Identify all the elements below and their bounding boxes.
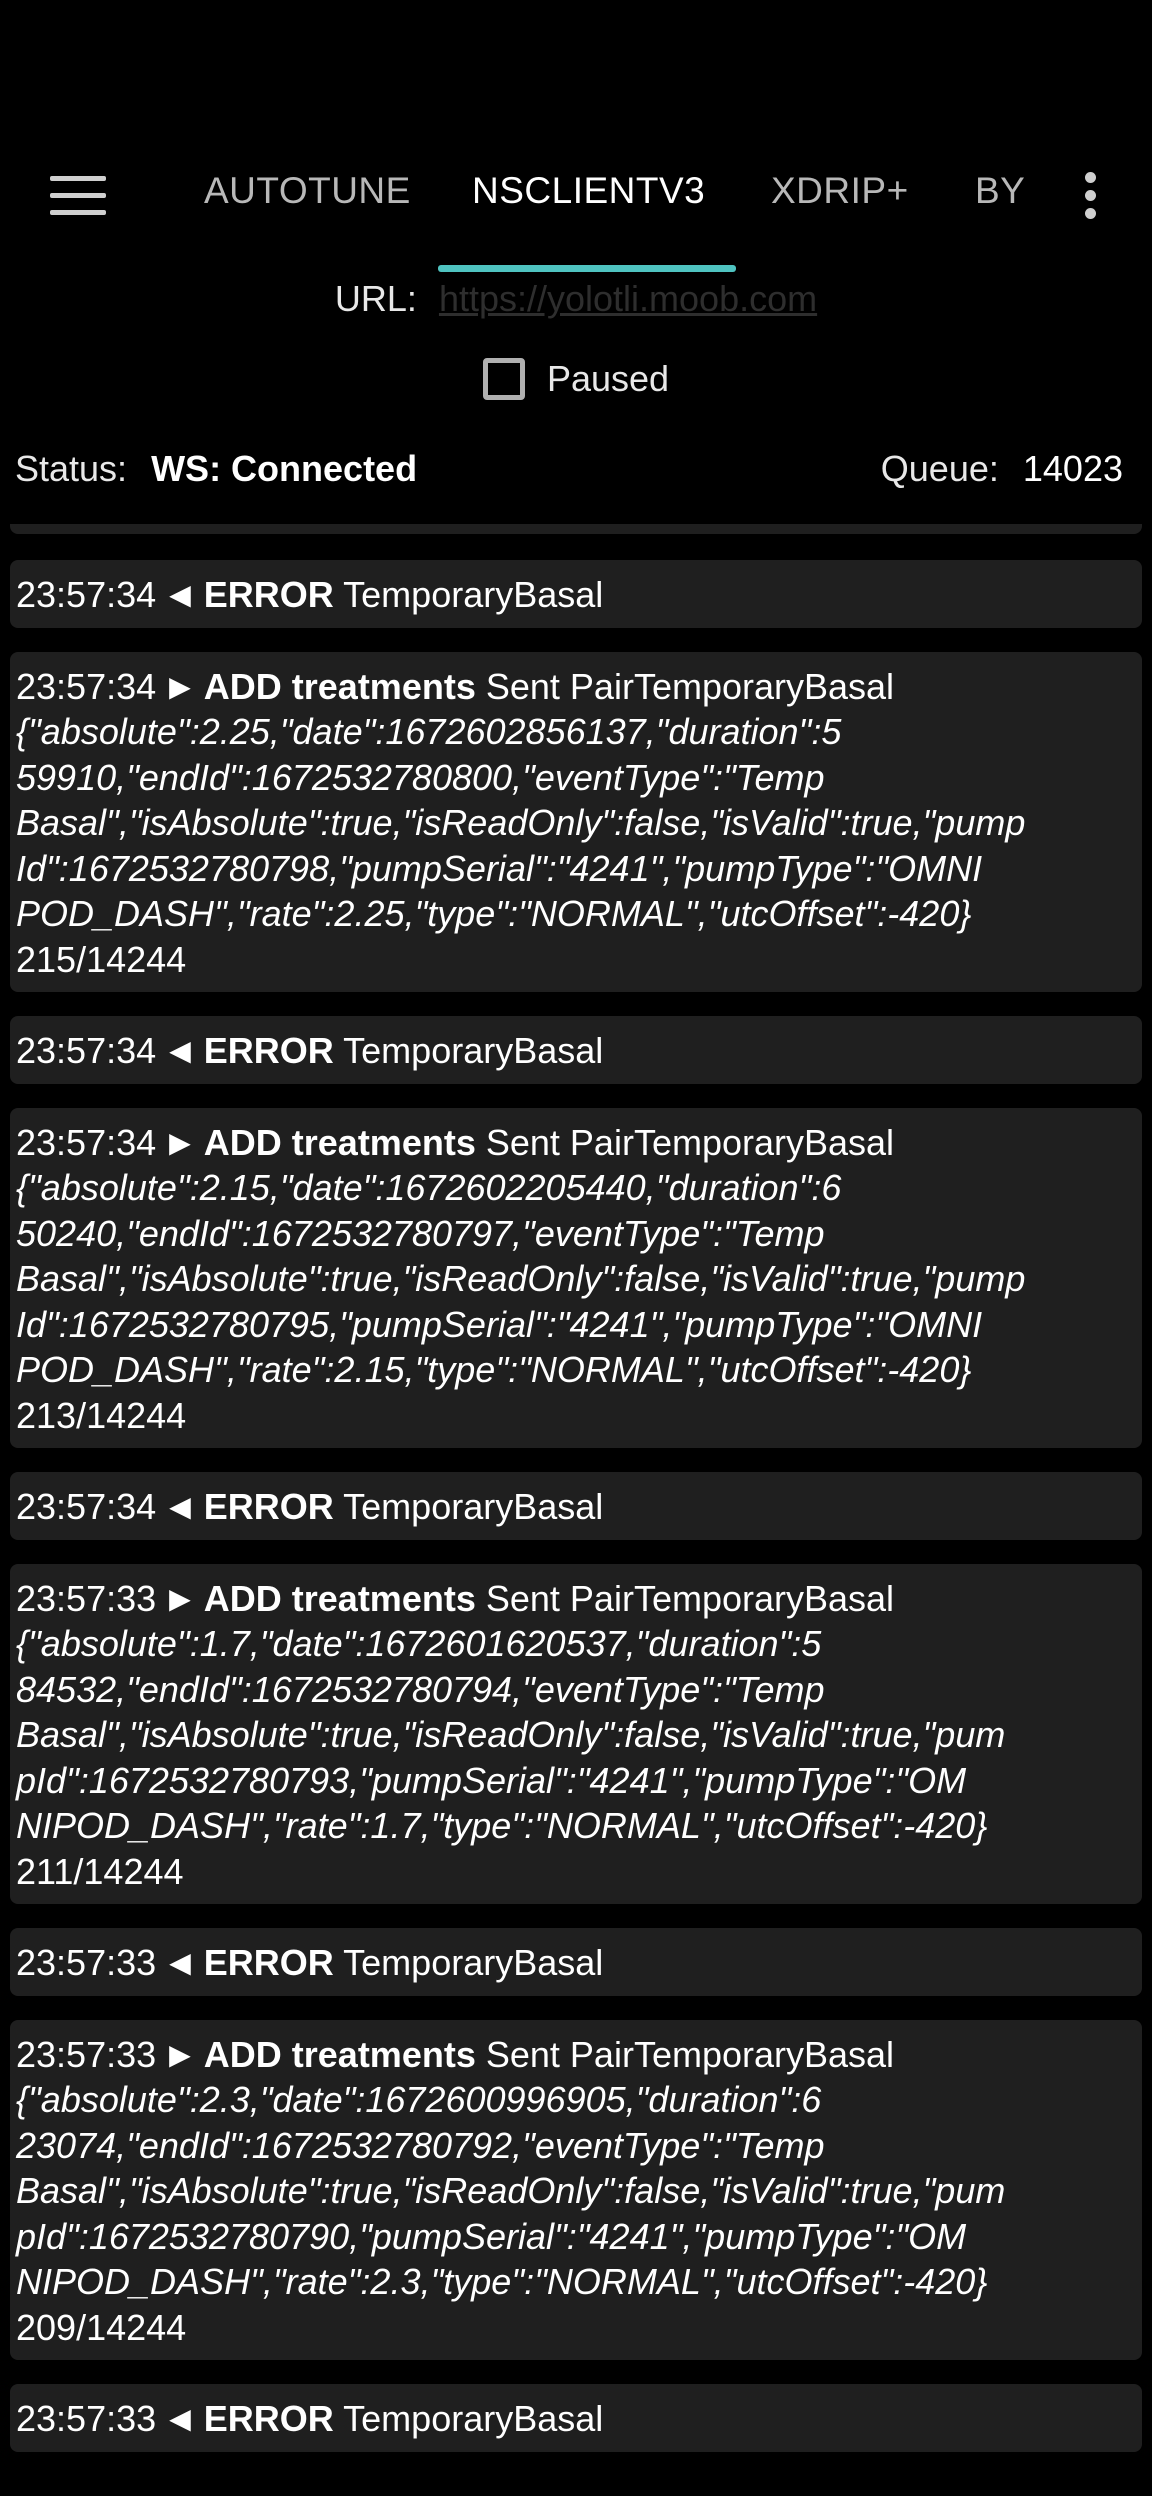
status-row: Status: WS: Connected Queue: 14023 [15,448,1123,490]
log-action: ERROR [203,1942,334,1983]
queue-status: Queue: 14023 [881,448,1123,490]
log-item: 23:57:34 ◄ ERROR TemporaryBasal [10,560,1142,628]
log-text: TemporaryBasal [343,2398,604,2439]
hamburger-menu-icon[interactable] [50,176,106,216]
log-time: 23:57:34 [16,665,157,707]
log-item: 23:57:34 ◄ ERROR TemporaryBasal [10,1016,1142,1084]
queue-label: Queue: [880,448,999,489]
log-item-partial [10,524,1142,534]
direction-incoming-icon: ◄ [162,574,198,615]
direction-incoming-icon: ◄ [162,1942,198,1983]
paused-label[interactable]: Paused [547,358,669,400]
log-time: 23:57:33 [16,1577,157,1619]
tab-autotune[interactable]: AUTOTUNE [204,170,411,212]
log-text: Sent PairTemporaryBasal [485,1121,895,1163]
log-item: 23:57:33 ◄ ERROR TemporaryBasal [10,1928,1142,1996]
log-count: 215/14244 [16,938,187,980]
url-link[interactable]: https://yolotli.moob.com [439,278,817,319]
tab-xdrip[interactable]: XDRIP+ [771,170,909,212]
log-list[interactable]: 23:57:34 ◄ ERROR TemporaryBasal 23:57:34 ► A… [10,524,1142,2476]
log-text: TemporaryBasal [343,1486,604,1527]
log-action: ERROR [203,1030,334,1071]
log-text: Sent PairTemporaryBasal [485,1577,895,1619]
log-time: 23:57:34 [16,1486,157,1527]
log-json: {"absolute":2.25,"date":1672602856137,"d… [16,711,1026,934]
log-time: 23:57:33 [16,2033,157,2075]
direction-outgoing-icon: ► [162,1577,198,1619]
queue-value: 14023 [1022,448,1123,489]
paused-checkbox[interactable] [482,358,525,400]
log-count: 211/14244 [16,1850,184,1892]
log-time: 23:57:33 [16,2398,157,2439]
log-text: TemporaryBasal [343,574,604,615]
log-json: {"absolute":2.3,"date":1672600996905,"du… [16,2079,1006,2302]
log-text: Sent PairTemporaryBasal [485,2033,895,2075]
log-action: ERROR [203,574,334,615]
log-action: ADD treatments [203,665,476,707]
log-text: TemporaryBasal [343,1942,604,1983]
log-text: TemporaryBasal [343,1030,604,1071]
log-time: 23:57:34 [16,1030,157,1071]
log-item: 23:57:34 ► ADD treatments Sent PairTempora… [10,1107,1142,1448]
log-text: Sent PairTemporaryBasal [485,665,895,707]
log-item: 23:57:34 ◄ ERROR TemporaryBasal [10,1472,1142,1540]
log-json: {"absolute":1.7,"date":1672601620537,"du… [16,1623,1006,1846]
url-row: URL: https://yolotli.moob.com [0,278,1152,320]
paused-row: Paused [0,358,1152,400]
active-tab-indicator [438,265,736,272]
log-item: 23:57:33 ◄ ERROR TemporaryBasal [10,2384,1142,2452]
tab-by[interactable]: BY [975,170,1025,212]
tab-bar: AUTOTUNE NSCLIENTV3 XDRIP+ BY [0,120,1152,275]
log-action: ERROR [203,2398,334,2439]
log-item: 23:57:33 ► ADD treatments Sent PairTempora… [10,1563,1142,1904]
log-json: {"absolute":2.15,"date":1672602205440,"d… [16,1167,1026,1390]
direction-incoming-icon: ◄ [162,1486,198,1527]
log-action: ERROR [203,1486,334,1527]
log-action: ADD treatments [203,2033,476,2075]
url-label: URL: [334,278,417,319]
direction-outgoing-icon: ► [162,2033,198,2075]
status-value: WS: Connected [151,448,418,489]
log-item: 23:57:33 ► ADD treatments Sent PairTempora… [10,2019,1142,2360]
status-label: Status: [15,448,128,489]
log-count: 209/14244 [16,2306,187,2348]
direction-outgoing-icon: ► [162,1121,198,1163]
log-time: 23:57:34 [16,574,157,615]
log-time: 23:57:33 [16,1942,157,1983]
direction-incoming-icon: ◄ [162,2398,198,2439]
log-action: ADD treatments [203,1577,476,1619]
system-status-bar [0,0,1152,120]
log-time: 23:57:34 [16,1121,157,1163]
direction-outgoing-icon: ► [162,665,198,707]
log-action: ADD treatments [203,1121,476,1163]
more-vertical-icon[interactable] [1080,172,1100,222]
log-count: 213/14244 [16,1394,187,1436]
connection-status: Status: WS: Connected [15,448,417,490]
direction-incoming-icon: ◄ [162,1030,198,1071]
tab-nsclientv3[interactable]: NSCLIENTV3 [472,170,705,212]
log-item: 23:57:34 ► ADD treatments Sent PairTempora… [10,651,1142,992]
